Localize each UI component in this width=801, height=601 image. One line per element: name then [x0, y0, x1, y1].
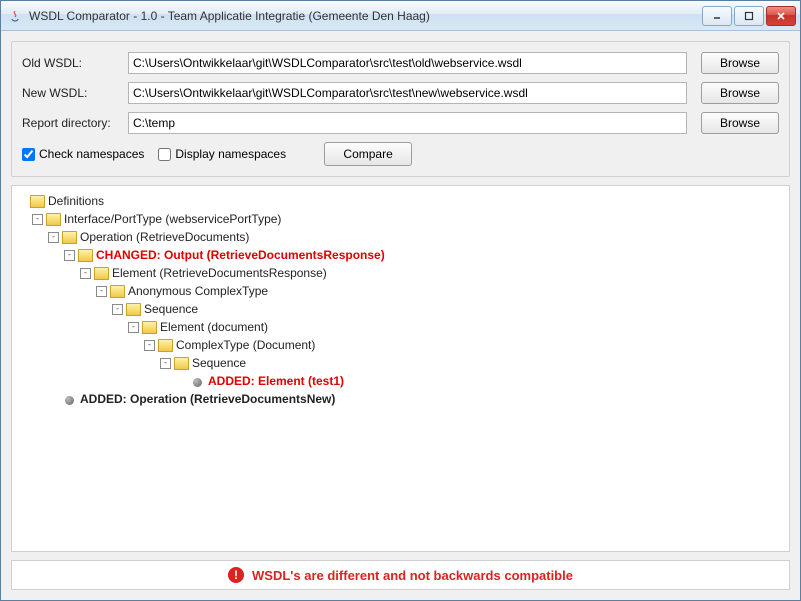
- browse-old-button[interactable]: Browse: [701, 52, 779, 74]
- window-buttons: [700, 6, 796, 26]
- window-title: WSDL Comparator - 1.0 - Team Applicatie …: [29, 9, 700, 23]
- tree-row[interactable]: - CHANGED: Output (RetrieveDocumentsRespo…: [16, 246, 785, 264]
- tree-row[interactable]: - Anonymous ComplexType: [16, 282, 785, 300]
- minimize-button[interactable]: [702, 6, 732, 26]
- indent: [16, 273, 80, 274]
- check-namespaces-box[interactable]: [22, 148, 35, 161]
- error-icon: !: [228, 567, 244, 583]
- tree-row[interactable]: - Interface/PortType (webservicePortType): [16, 210, 785, 228]
- tree-node-label: Definitions: [48, 194, 104, 208]
- toggle-spacer: [16, 196, 27, 207]
- collapse-icon[interactable]: -: [112, 304, 123, 315]
- folder-icon: [174, 357, 189, 370]
- check-namespaces-checkbox[interactable]: Check namespaces: [22, 147, 144, 161]
- folder-icon: [142, 321, 157, 334]
- old-wsdl-input[interactable]: [128, 52, 687, 74]
- check-namespaces-label: Check namespaces: [39, 147, 144, 161]
- collapse-icon[interactable]: -: [48, 232, 59, 243]
- collapse-icon[interactable]: -: [32, 214, 43, 225]
- collapse-icon[interactable]: -: [144, 340, 155, 351]
- report-dir-label: Report directory:: [22, 116, 122, 130]
- indent: [16, 363, 160, 364]
- new-wsdl-row: New WSDL: Browse: [22, 82, 779, 104]
- collapse-icon[interactable]: -: [96, 286, 107, 297]
- tree-node-label: Element (RetrieveDocumentsResponse): [112, 266, 327, 280]
- titlebar: WSDL Comparator - 1.0 - Team Applicatie …: [1, 1, 800, 31]
- collapse-icon[interactable]: -: [80, 268, 91, 279]
- indent: [16, 399, 48, 400]
- form-panel: Old WSDL: Browse New WSDL: Browse Report…: [11, 41, 790, 177]
- tree-panel[interactable]: Definitions-Interface/PortType (webservi…: [11, 185, 790, 552]
- tree-node-label: ComplexType (Document): [176, 338, 315, 352]
- indent: [16, 255, 64, 256]
- folder-icon: [46, 213, 61, 226]
- bullet-icon: [193, 378, 202, 387]
- browse-report-button[interactable]: Browse: [701, 112, 779, 134]
- new-wsdl-input[interactable]: [128, 82, 687, 104]
- toggle-spacer: [176, 376, 187, 387]
- close-button[interactable]: [766, 6, 796, 26]
- indent: [16, 219, 32, 220]
- tree-node-label: Interface/PortType (webservicePortType): [64, 212, 281, 226]
- display-namespaces-label: Display namespaces: [175, 147, 286, 161]
- old-wsdl-label: Old WSDL:: [22, 56, 122, 70]
- maximize-button[interactable]: [734, 6, 764, 26]
- tree-node-label: Anonymous ComplexType: [128, 284, 268, 298]
- tree-node-label: Element (document): [160, 320, 268, 334]
- toggle-spacer: [48, 394, 59, 405]
- tree-row[interactable]: - Operation (RetrieveDocuments): [16, 228, 785, 246]
- collapse-icon[interactable]: -: [160, 358, 171, 369]
- folder-icon: [158, 339, 173, 352]
- tree-row[interactable]: Definitions: [16, 192, 785, 210]
- java-app-icon: [7, 8, 23, 24]
- indent: [16, 309, 112, 310]
- bullet-icon: [65, 396, 74, 405]
- collapse-icon[interactable]: -: [64, 250, 75, 261]
- folder-icon: [78, 249, 93, 262]
- report-dir-input[interactable]: [128, 112, 687, 134]
- tree-row[interactable]: - Element (RetrieveDocumentsResponse): [16, 264, 785, 282]
- folder-icon: [30, 195, 45, 208]
- folder-icon: [94, 267, 109, 280]
- tree-node-label: Sequence: [144, 302, 198, 316]
- indent: [16, 345, 144, 346]
- tree-row[interactable]: - Sequence: [16, 354, 785, 372]
- tree-row[interactable]: - ComplexType (Document): [16, 336, 785, 354]
- tree-row[interactable]: - Element (document): [16, 318, 785, 336]
- tree-node-label: ADDED: Operation (RetrieveDocumentsNew): [80, 392, 335, 406]
- tree-row[interactable]: ADDED: Element (test1): [16, 372, 785, 390]
- tree-row[interactable]: - Sequence: [16, 300, 785, 318]
- browse-new-button[interactable]: Browse: [701, 82, 779, 104]
- status-panel: ! WSDL's are different and not backwards…: [11, 560, 790, 590]
- indent: [16, 291, 96, 292]
- collapse-icon[interactable]: -: [128, 322, 139, 333]
- tree-node-label: Operation (RetrieveDocuments): [80, 230, 249, 244]
- new-wsdl-label: New WSDL:: [22, 86, 122, 100]
- app-window: WSDL Comparator - 1.0 - Team Applicatie …: [0, 0, 801, 601]
- indent: [16, 237, 48, 238]
- tree-node-label: Sequence: [192, 356, 246, 370]
- report-dir-row: Report directory: Browse: [22, 112, 779, 134]
- content-area: Old WSDL: Browse New WSDL: Browse Report…: [1, 31, 800, 600]
- display-namespaces-box[interactable]: [158, 148, 171, 161]
- status-text: WSDL's are different and not backwards c…: [252, 568, 573, 583]
- tree-node-label: CHANGED: Output (RetrieveDocumentsRespon…: [96, 248, 385, 262]
- compare-button[interactable]: Compare: [324, 142, 412, 166]
- folder-icon: [126, 303, 141, 316]
- old-wsdl-row: Old WSDL: Browse: [22, 52, 779, 74]
- tree-node-label: ADDED: Element (test1): [208, 374, 344, 388]
- folder-icon: [110, 285, 125, 298]
- indent: [16, 327, 128, 328]
- options-row: Check namespaces Display namespaces Comp…: [22, 142, 779, 166]
- folder-icon: [62, 231, 77, 244]
- display-namespaces-checkbox[interactable]: Display namespaces: [158, 147, 286, 161]
- tree-row[interactable]: ADDED: Operation (RetrieveDocumentsNew): [16, 390, 785, 408]
- indent: [16, 381, 176, 382]
